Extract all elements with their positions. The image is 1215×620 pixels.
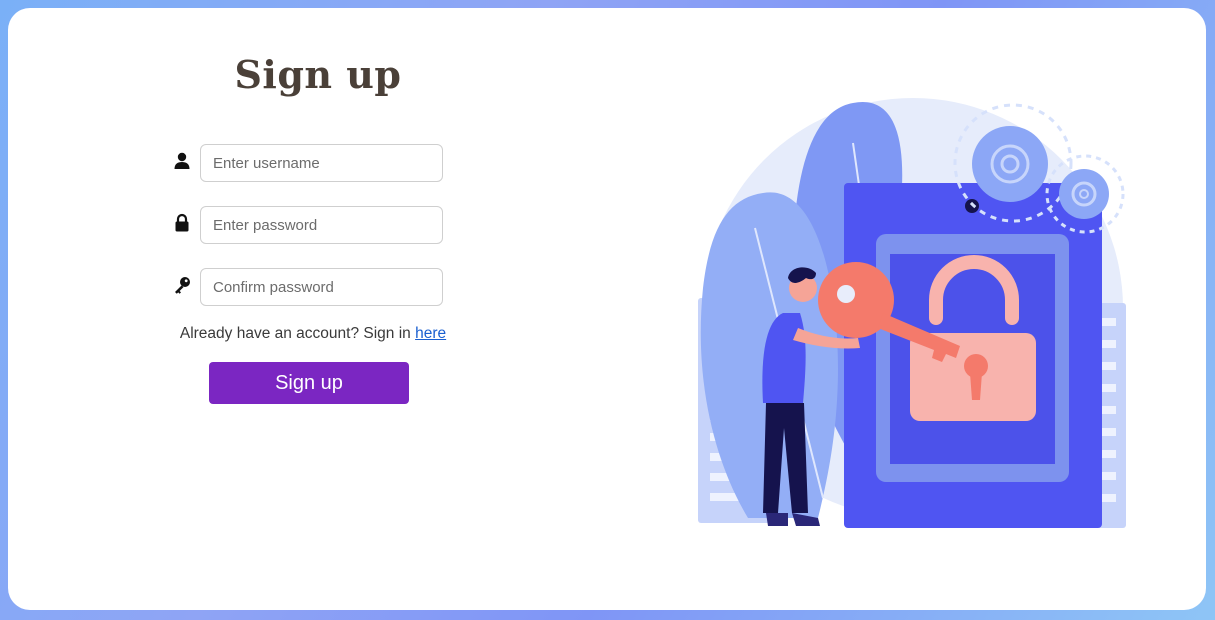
password-row — [171, 206, 451, 244]
username-input[interactable] — [200, 144, 443, 182]
signin-prompt: Already have an account? Sign in here — [171, 325, 455, 343]
unlock-illustration — [688, 88, 1138, 538]
signup-card: Sign up Already have — [8, 8, 1206, 610]
signin-link[interactable]: here — [415, 325, 446, 342]
confirm-password-row — [171, 268, 451, 306]
confirm-password-input[interactable] — [200, 268, 443, 306]
lock-icon — [171, 212, 193, 234]
page-title: Sign up — [234, 52, 402, 97]
user-icon — [171, 150, 193, 172]
password-input[interactable] — [200, 206, 443, 244]
key-icon — [171, 274, 193, 296]
username-row — [171, 144, 451, 182]
signup-button[interactable]: Sign up — [209, 362, 409, 404]
signin-prompt-text: Already have an account? Sign in — [179, 325, 411, 342]
